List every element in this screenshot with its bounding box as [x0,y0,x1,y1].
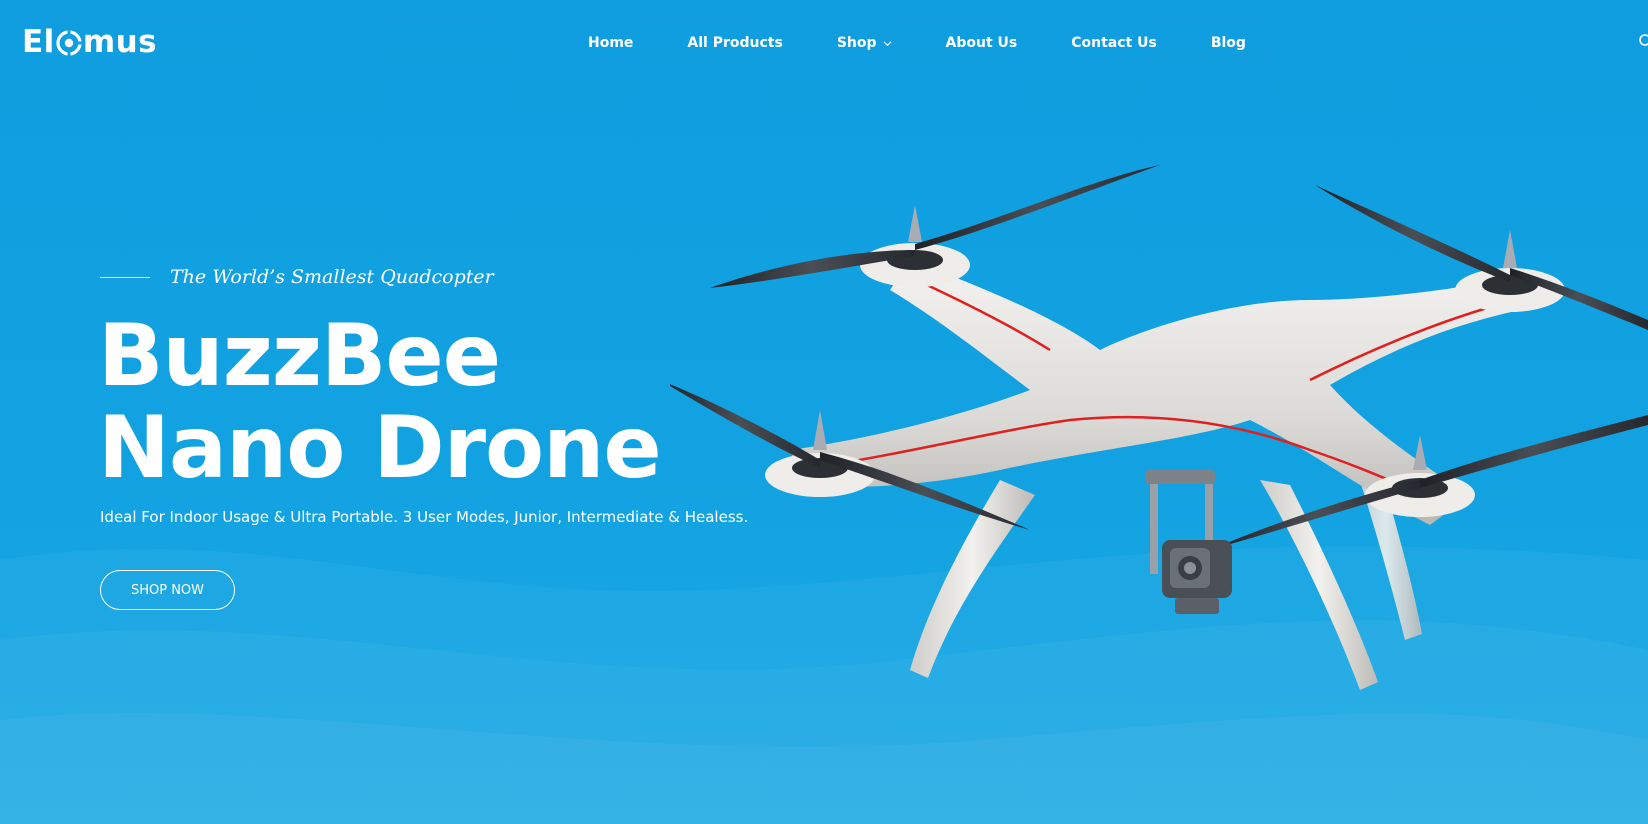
nav-blog-label: Blog [1210,35,1246,51]
main-nav: Home All Products Shop About Us Contact … [588,30,1246,56]
nav-about-us-label: About Us [945,35,1018,51]
nav-shop-label: Shop [836,35,877,51]
site-logo[interactable]: El mus [22,22,157,62]
hero-tagline: The World’s Smallest Quadcopter [170,266,494,288]
hero-headline-line1: BuzzBee [98,306,501,406]
nav-contact-us-label: Contact Us [1071,35,1157,51]
nav-shop[interactable]: Shop [837,35,892,51]
quadcopter-drone-image [670,165,1648,690]
logo-text-left: El [22,24,55,60]
search-icon[interactable] [1638,33,1648,49]
tagline-row: The World’s Smallest Quadcopter [100,266,494,288]
hero-section: El mus Home All Products Shop About Us C… [0,0,1648,824]
nav-all-products-label: All Products [687,35,783,51]
nav-about-us[interactable]: About Us [946,35,1018,51]
nav-blog[interactable]: Blog [1211,35,1246,51]
nav-contact-us[interactable]: Contact Us [1071,35,1157,51]
shop-now-button[interactable]: SHOP NOW [100,570,235,610]
hero-description: Ideal For Indoor Usage & Ultra Portable.… [100,508,749,526]
hero-headline: BuzzBee Nano Drone [98,306,662,498]
nav-home-label: Home [588,35,634,51]
nav-all-products[interactable]: All Products [687,35,782,51]
chevron-down-icon [883,40,892,46]
hero-headline-line2: Nano Drone [98,398,662,498]
nav-home[interactable]: Home [588,35,633,51]
logo-text-right: mus [82,24,158,60]
tagline-divider [100,276,150,278]
aperture-icon [56,30,82,56]
